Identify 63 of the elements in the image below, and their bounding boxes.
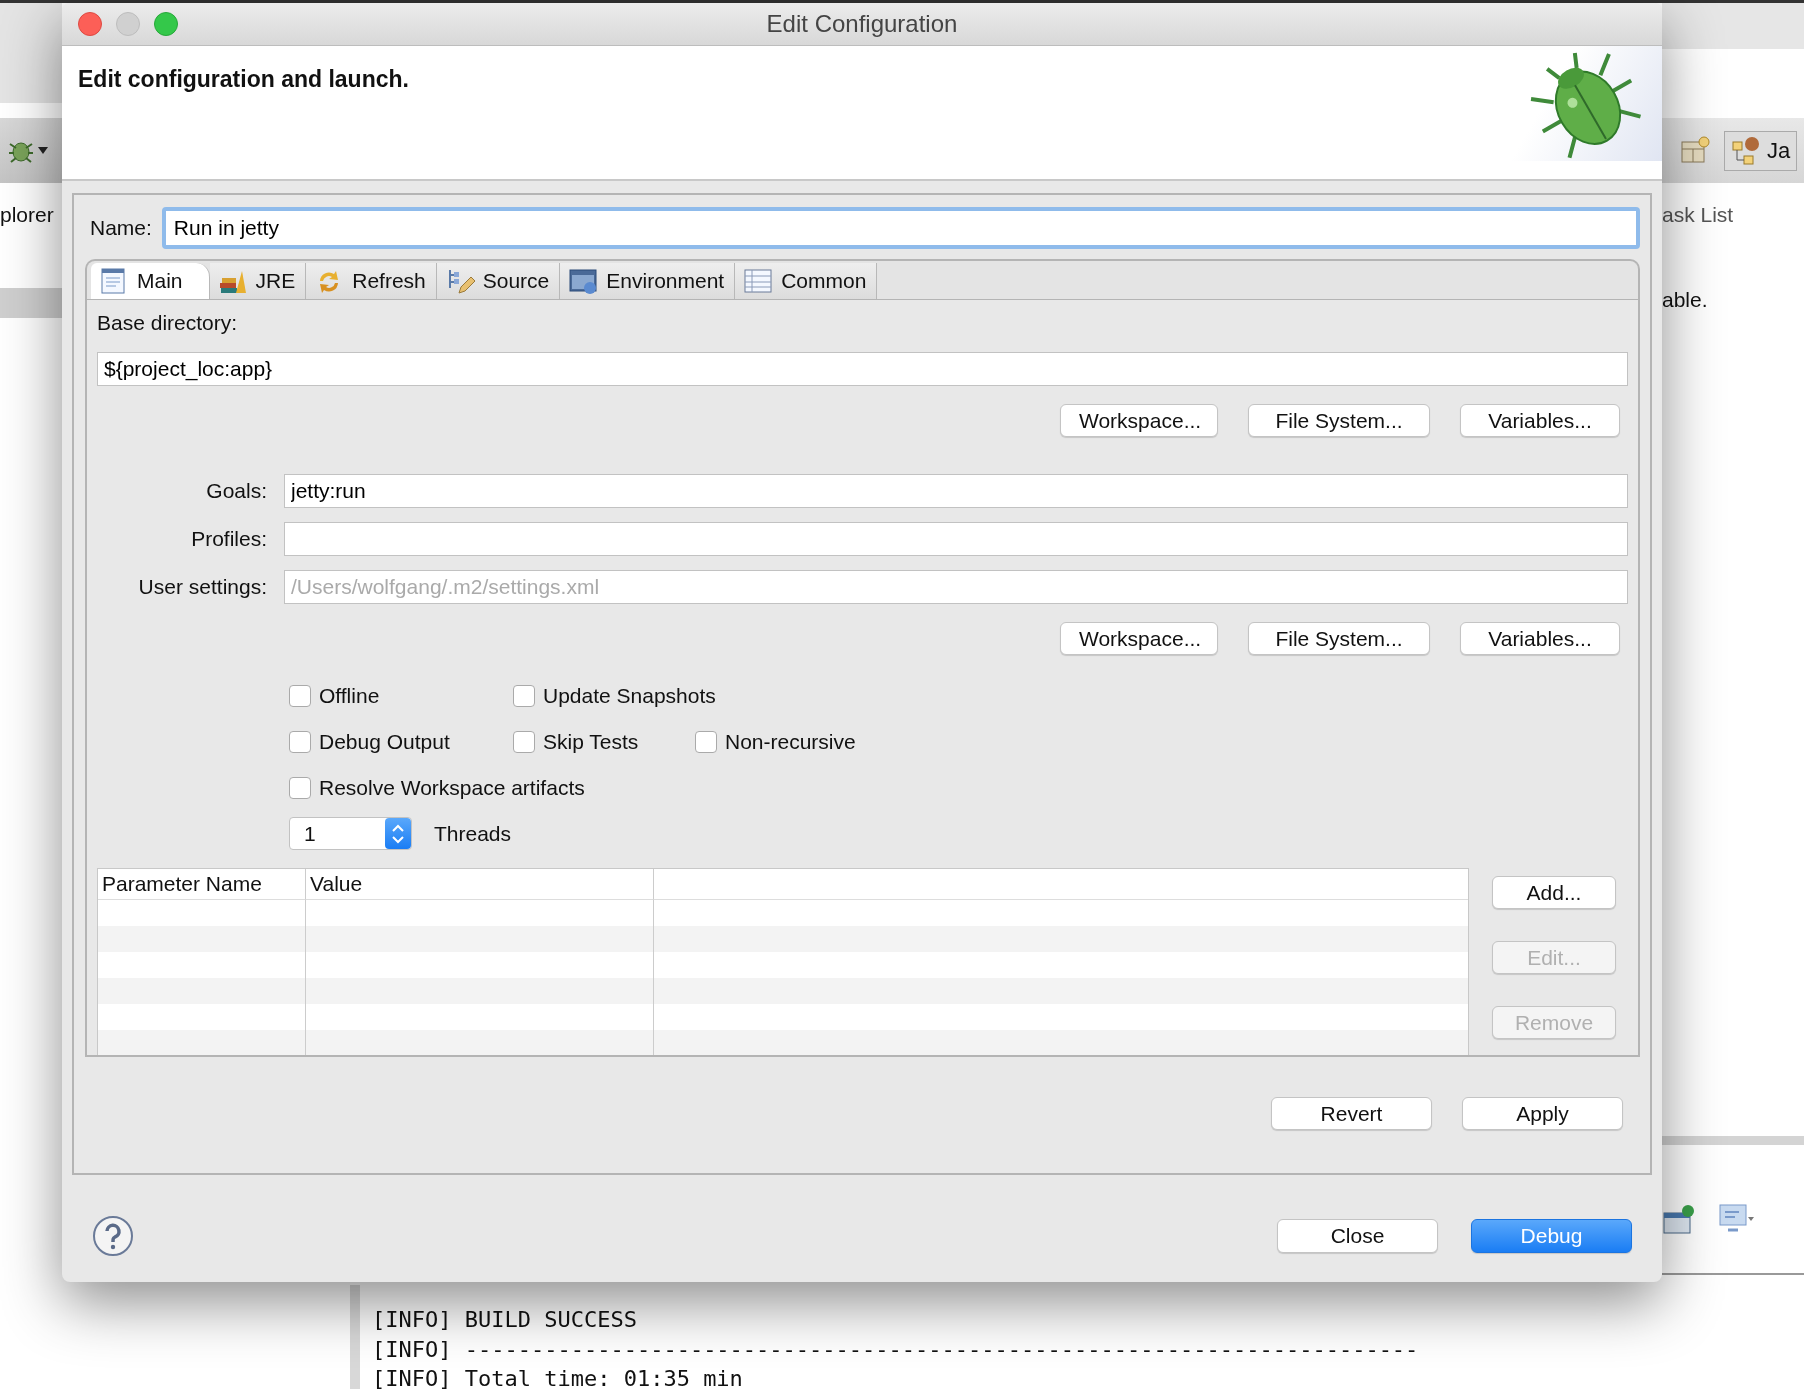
checkbox[interactable] <box>513 685 535 707</box>
button[interactable]: File System... <box>1248 404 1430 437</box>
tab[interactable]: Main <box>91 263 210 299</box>
checkbox-label: Resolve Workspace artifacts <box>319 776 585 800</box>
perspective-button[interactable]: Ja <box>1724 130 1798 171</box>
tab[interactable]: JRE <box>209 263 307 299</box>
button[interactable]: Workspace... <box>1060 404 1218 437</box>
window-title: Edit Configuration <box>766 10 958 37</box>
view-tab[interactable]: ask List <box>1662 203 1734 227</box>
close-window-icon[interactable] <box>78 12 102 36</box>
checkbox[interactable] <box>695 731 717 753</box>
console-line: [INFO] BUILD SUCCESS <box>372 1306 638 1334</box>
button[interactable]: Close <box>1277 1219 1438 1253</box>
checkbox-label: Debug Output <box>319 730 450 754</box>
console-line: [INFO] ------------------------------------------------------------------------ <box>372 1335 1420 1364</box>
selected-row-highlight <box>0 288 62 318</box>
console-line: [INFO] Total time: 01:35 min <box>372 1365 744 1389</box>
hierarchy-icon <box>1731 135 1761 166</box>
tab[interactable]: Environment <box>560 263 736 299</box>
header-message: Edit configuration and launch. <box>78 66 409 94</box>
checkbox-label: Non-recursive <box>725 730 856 754</box>
input-field[interactable] <box>284 522 1628 556</box>
button[interactable]: Revert <box>1271 1097 1432 1130</box>
button[interactable]: Add... <box>1492 876 1616 909</box>
window-pin-icon[interactable] <box>1662 1203 1696 1237</box>
checkbox-label: Offline <box>319 684 380 708</box>
minimize-icon[interactable] <box>116 12 140 36</box>
field-label: User settings: <box>137 574 267 600</box>
checkbox[interactable] <box>513 731 535 753</box>
button[interactable]: Workspace... <box>1060 622 1218 655</box>
tab[interactable]: Source <box>436 263 561 299</box>
column-header[interactable]: Value <box>306 869 654 900</box>
view-text: able. <box>1662 288 1708 312</box>
field-label: Goals: <box>205 478 267 504</box>
help-icon[interactable] <box>92 1215 134 1257</box>
field-label: Profiles: <box>190 526 267 552</box>
table-icon <box>743 267 774 295</box>
name-field[interactable]: Run in jetty <box>161 207 1640 249</box>
open-perspective-icon[interactable] <box>1680 135 1710 166</box>
zoom-icon[interactable] <box>154 12 178 36</box>
checkbox-label: Update Snapshots <box>543 684 716 708</box>
tab[interactable]: Refresh <box>306 263 437 299</box>
checkbox-label: Skip Tests <box>543 730 639 754</box>
field-label: Threads <box>434 821 512 846</box>
button[interactable]: Variables... <box>1460 404 1620 437</box>
field-label: Base directory: <box>97 310 239 336</box>
checkbox[interactable] <box>289 777 311 799</box>
number-spinner[interactable]: 1 <box>289 817 412 850</box>
stepper-arrows-icon[interactable] <box>391 822 405 845</box>
button[interactable]: Apply <box>1462 1097 1623 1130</box>
checkbox[interactable] <box>289 685 311 707</box>
input-field[interactable]: /Users/wolfgang/.m2/settings.xml <box>284 570 1628 604</box>
tab[interactable]: Common <box>735 263 878 299</box>
checkbox[interactable] <box>289 731 311 753</box>
input-field[interactable]: jetty:run <box>284 474 1628 508</box>
base-directory-field[interactable]: ${project_loc:app} <box>97 352 1628 386</box>
column-header[interactable]: Parameter Name <box>98 869 306 900</box>
field-label: Name: <box>90 215 152 241</box>
button[interactable]: Variables... <box>1460 622 1620 655</box>
button[interactable]: File System... <box>1248 622 1430 655</box>
view-tab[interactable]: plorer <box>0 203 54 227</box>
window-icon <box>568 267 599 295</box>
dropdown-arrow-icon[interactable] <box>38 146 48 155</box>
